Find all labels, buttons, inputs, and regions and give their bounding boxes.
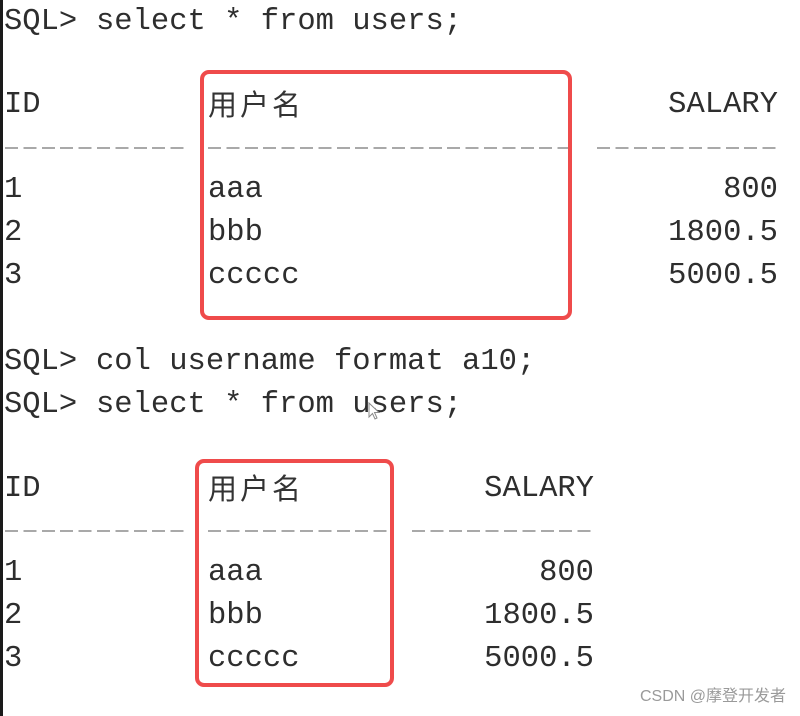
sql-prompt: SQL> xyxy=(4,388,78,422)
cell-salary: 5000.5 xyxy=(484,642,594,676)
sql-command-text: select * from users; xyxy=(96,388,463,422)
column-separator-id xyxy=(5,147,189,149)
cell-id: 2 xyxy=(4,216,23,250)
column-header-salary: SALARY xyxy=(668,88,778,122)
sql-command-text: col username format a10; xyxy=(96,345,536,379)
sql-prompt: SQL> xyxy=(4,5,78,39)
cell-salary: 1800.5 xyxy=(484,599,594,633)
column-header-id: ID xyxy=(4,472,41,506)
highlight-box-username-column-2 xyxy=(195,459,394,687)
column-header-salary: SALARY xyxy=(484,472,594,506)
cell-id: 1 xyxy=(4,173,23,207)
column-separator-id xyxy=(5,530,189,532)
column-separator-salary xyxy=(412,530,595,532)
cell-id: 1 xyxy=(4,556,23,590)
watermark: CSDN @摩登开发者 xyxy=(639,688,786,705)
cell-salary: 800 xyxy=(539,556,594,590)
window-left-border xyxy=(0,0,3,716)
mouse-cursor-icon xyxy=(368,402,381,420)
sql-command-text: select * from users; xyxy=(96,5,463,39)
cell-salary: 5000.5 xyxy=(668,259,778,293)
column-header-id: ID xyxy=(4,88,41,122)
column-separator-salary xyxy=(597,147,779,149)
highlight-box-username-column-1 xyxy=(200,70,572,320)
cell-salary: 800 xyxy=(723,173,778,207)
cell-id: 3 xyxy=(4,642,23,676)
cell-id: 3 xyxy=(4,259,23,293)
cell-salary: 1800.5 xyxy=(668,216,778,250)
cell-id: 2 xyxy=(4,599,23,633)
sql-prompt: SQL> xyxy=(4,345,78,379)
